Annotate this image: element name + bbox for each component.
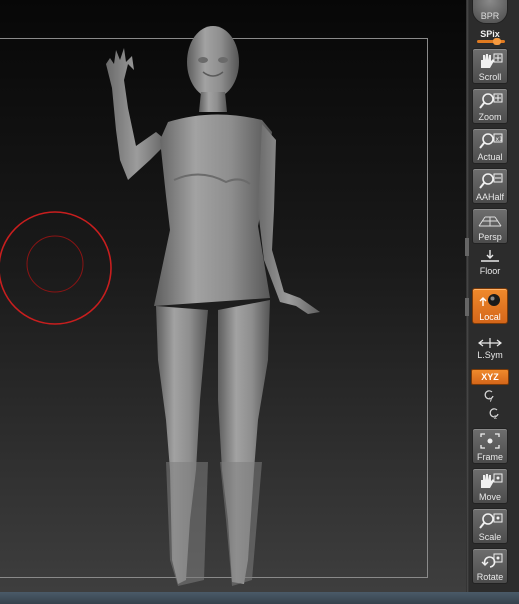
magnifier-half-icon	[479, 173, 503, 189]
aahalf-button[interactable]: AAHalf	[472, 168, 508, 204]
local-button[interactable]: Local	[472, 288, 508, 324]
floor-button[interactable]: Floor	[472, 246, 508, 282]
frame-label: Frame	[476, 452, 503, 462]
magnifier-1to1-icon: x1	[479, 133, 504, 149]
floor-icon	[481, 250, 499, 262]
scroll-button[interactable]: Scroll	[472, 48, 508, 84]
aahalf-label: AAHalf	[475, 192, 504, 202]
svg-text:x1: x1	[496, 136, 504, 143]
local-label: Local	[479, 312, 501, 322]
brush-cursor	[0, 211, 112, 325]
rotate-icon	[481, 553, 503, 568]
y-axis-rotation-icon[interactable]: y	[482, 388, 496, 402]
spix-label: SPix	[480, 29, 500, 39]
xyz-rotation-button[interactable]: XYZ	[471, 369, 509, 385]
actual-label: Actual	[477, 152, 503, 162]
persp-button[interactable]: Persp	[472, 208, 508, 244]
actual-button[interactable]: x1 Actual	[472, 128, 508, 164]
local-symmetry-icon	[478, 338, 502, 348]
lsym-label: L.Sym	[477, 350, 503, 360]
z-axis-rotation-icon[interactable]: z	[487, 406, 501, 420]
rotate-label: Rotate	[476, 572, 504, 582]
scale-label: Scale	[478, 532, 502, 542]
zoom-button[interactable]: Zoom	[472, 88, 508, 124]
perspective-grid-icon	[478, 216, 502, 227]
persp-label: Persp	[478, 232, 502, 242]
bpr-label: BPR	[480, 11, 500, 21]
magnifier-icon	[479, 93, 503, 109]
floor-label: Floor	[479, 266, 501, 276]
frame-button[interactable]: Frame	[472, 428, 508, 464]
move-button[interactable]: Move	[472, 468, 508, 504]
spix-slider-handle[interactable]	[493, 38, 501, 45]
scale-button[interactable]: Scale	[472, 508, 508, 544]
hand-scroll-icon	[481, 53, 503, 68]
svg-text:z: z	[494, 414, 497, 420]
bottom-tray-bar[interactable]	[0, 592, 519, 604]
xyz-label: XYZ	[481, 372, 499, 382]
svg-text:y: y	[489, 396, 493, 402]
lsym-button[interactable]: L.Sym	[472, 334, 508, 364]
rotate-button[interactable]: Rotate	[472, 548, 508, 584]
right-shelf: BPR SPix Scroll Zoom x1 Actual AAHalf Pe…	[469, 0, 519, 592]
magnifier-scale-icon	[479, 513, 503, 529]
frame-icon	[480, 433, 500, 449]
scroll-label: Scroll	[478, 72, 502, 82]
canvas-viewport[interactable]	[0, 0, 466, 592]
move-label: Move	[478, 492, 501, 502]
hand-move-icon	[481, 473, 503, 488]
bpr-button[interactable]: BPR	[472, 0, 508, 24]
local-transform-icon	[479, 294, 500, 306]
zoom-label: Zoom	[478, 112, 502, 122]
